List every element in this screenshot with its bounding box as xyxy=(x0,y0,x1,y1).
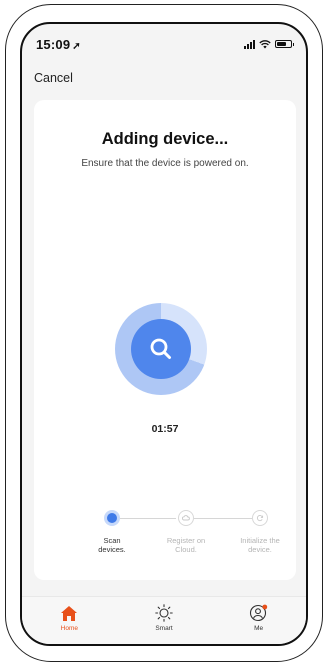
step-label-scan: Scan devices. xyxy=(82,536,142,554)
progress-steps: Scan devices. Register on Cloud. Initial… xyxy=(34,510,296,570)
phone-screen: 15:09 ➚ Cancel Adding device... Ensure th… xyxy=(20,22,308,646)
battery-icon xyxy=(275,40,294,48)
status-icons xyxy=(244,39,294,49)
sun-icon xyxy=(155,603,173,623)
cloud-icon xyxy=(182,515,190,521)
page-subtitle: Ensure that the device is powered on. xyxy=(81,158,249,169)
step-indicator-initialize xyxy=(252,510,268,526)
tab-smart[interactable]: Smart xyxy=(134,603,194,632)
scan-indicator xyxy=(131,319,191,379)
notification-dot xyxy=(262,604,267,610)
signal-icon xyxy=(244,39,255,49)
status-time: 15:09 ➚ xyxy=(36,37,81,52)
step-connector xyxy=(194,518,252,520)
status-time-text: 15:09 xyxy=(36,36,71,52)
tab-label-smart: Smart xyxy=(155,625,173,632)
page-title: Adding device... xyxy=(101,130,229,148)
tab-label-me: Me xyxy=(254,625,264,632)
step-indicator-register xyxy=(178,510,194,526)
tab-home[interactable]: Home xyxy=(39,603,99,632)
tab-bar: Home Smart Me xyxy=(22,596,306,644)
profile-icon xyxy=(249,603,269,623)
status-bar: 15:09 ➚ xyxy=(22,24,306,64)
countdown-timer: 01:57 xyxy=(151,423,179,435)
tab-label-home: Home xyxy=(60,625,78,632)
step-label-line: devices. xyxy=(98,545,126,554)
cancel-button[interactable]: Cancel xyxy=(34,71,73,85)
tab-me[interactable]: Me xyxy=(229,603,289,632)
step-connector xyxy=(120,518,176,520)
step-label-register: Register on Cloud. xyxy=(156,536,216,554)
step-label-line: device. xyxy=(248,545,272,554)
step-label-line: Cloud. xyxy=(175,545,197,554)
step-label-line: Register on xyxy=(166,536,206,545)
step-indicator-scan xyxy=(104,510,120,526)
adding-device-card: Adding device... Ensure that the device … xyxy=(34,100,296,580)
step-label-initialize: Initialize the device. xyxy=(230,536,290,554)
step-label-line: Initialize the xyxy=(240,536,280,545)
home-icon xyxy=(60,603,78,623)
scan-progress-ring xyxy=(115,303,207,395)
step-label-line: Scan xyxy=(103,536,121,545)
search-icon xyxy=(150,338,171,359)
location-arrow-icon: ➚ xyxy=(72,40,81,52)
refresh-icon xyxy=(256,515,264,522)
wifi-icon xyxy=(259,39,271,48)
